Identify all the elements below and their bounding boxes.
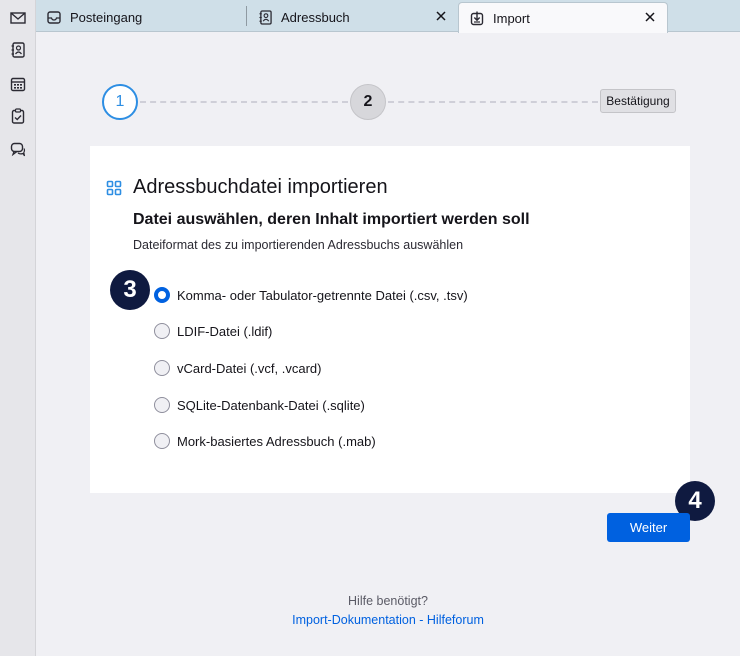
radio-button[interactable] [154, 433, 170, 449]
calendar-icon[interactable] [8, 74, 28, 94]
option-mab[interactable]: Mork-basiertes Adressbuch (.mab) [154, 431, 376, 451]
step-connector [140, 101, 348, 103]
grid-icon [106, 180, 122, 196]
chat-icon[interactable] [8, 140, 28, 160]
option-label: LDIF-Datei (.ldif) [177, 323, 273, 339]
callout-badge-3: 3 [110, 270, 150, 310]
option-label: Komma- oder Tabulator-getrennte Datei (.… [177, 287, 468, 303]
option-ldif[interactable]: LDIF-Datei (.ldif) [154, 321, 272, 341]
option-label: Mork-basiertes Adressbuch (.mab) [177, 433, 376, 449]
card-title: Adressbuchdatei importieren [133, 176, 388, 198]
step-2-indicator: 2 [350, 84, 386, 120]
tab-posteingang[interactable]: Posteingang [36, 2, 246, 32]
link-separator: - [415, 613, 427, 627]
step-connector [388, 101, 598, 103]
help-forum-link[interactable]: Hilfeforum [427, 613, 484, 627]
close-icon[interactable] [643, 10, 657, 24]
option-vcard[interactable]: vCard-Datei (.vcf, .vcard) [154, 358, 321, 378]
help-links: Import-Dokumentation - Hilfeforum [36, 613, 740, 627]
tab-label: Adressbuch [281, 9, 350, 25]
card-subtitle: Datei auswählen, deren Inhalt importiert… [133, 211, 530, 228]
import-icon [469, 10, 485, 26]
step-confirmation-indicator: Bestätigung [600, 89, 676, 113]
address-book-icon[interactable] [8, 40, 28, 60]
import-docs-link[interactable]: Import-Dokumentation [292, 613, 416, 627]
option-sqlite[interactable]: SQLite-Datenbank-Datei (.sqlite) [154, 395, 365, 415]
spaces-toolbar [0, 0, 36, 656]
option-label: vCard-Datei (.vcf, .vcard) [177, 360, 322, 376]
step-1-indicator: 1 [102, 84, 138, 120]
tab-import[interactable]: Import [458, 2, 668, 33]
tab-label: Posteingang [70, 9, 143, 25]
card-description: Dateiformat des zu importierenden Adress… [133, 238, 464, 252]
radio-button[interactable] [154, 287, 170, 303]
mail-icon[interactable] [8, 8, 28, 28]
inbox-icon [46, 9, 62, 25]
tab-adressbuch[interactable]: Adressbuch [247, 2, 458, 32]
tab-bar: Posteingang Adressbuch Import [36, 0, 740, 33]
option-label: SQLite-Datenbank-Datei (.sqlite) [177, 397, 365, 413]
radio-button[interactable] [154, 323, 170, 339]
radio-button[interactable] [154, 397, 170, 413]
help-question: Hilfe benötigt? [348, 594, 428, 608]
next-button[interactable]: Weiter [607, 513, 690, 542]
close-icon[interactable] [434, 9, 448, 23]
tasks-icon[interactable] [8, 106, 28, 126]
tab-label: Import [493, 10, 530, 26]
radio-button[interactable] [154, 360, 170, 376]
address-book-icon [257, 9, 273, 25]
option-csv[interactable]: Komma- oder Tabulator-getrennte Datei (.… [154, 285, 468, 305]
